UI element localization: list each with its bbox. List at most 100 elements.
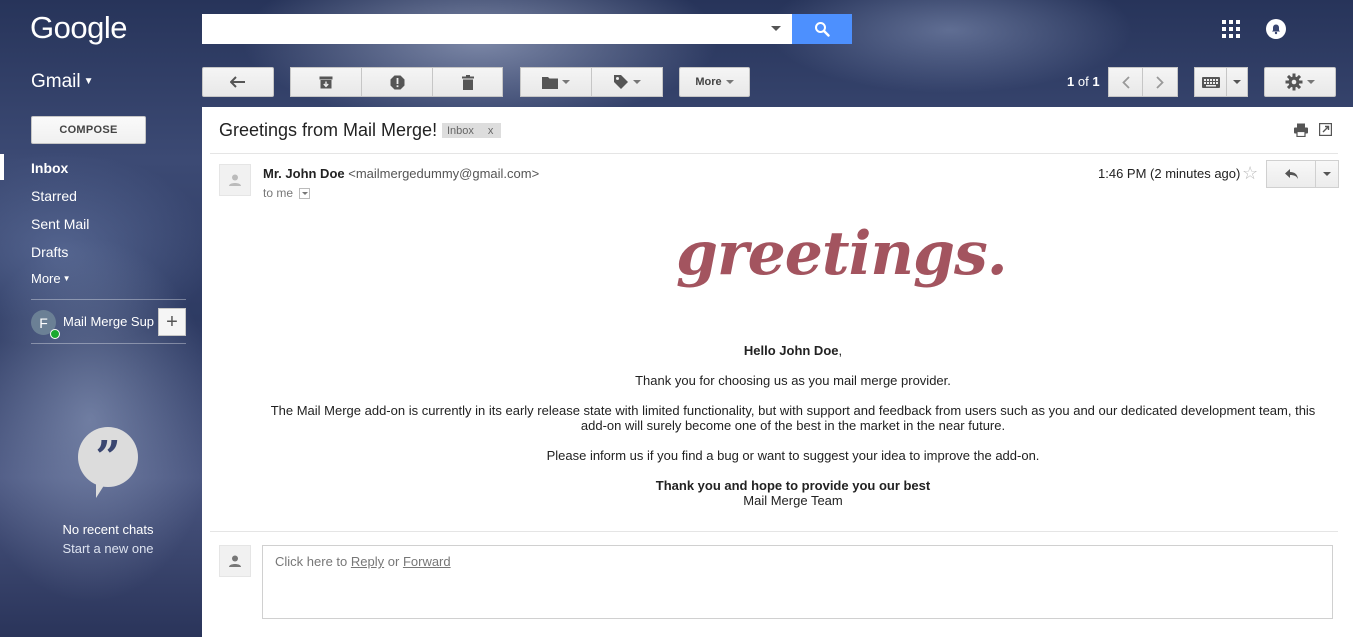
signature: Mail Merge Team — [743, 493, 843, 508]
email-closing: Thank you and hope to provide you our be… — [262, 478, 1324, 508]
chevron-down-icon — [725, 80, 734, 84]
more-actions-button[interactable]: More — [679, 67, 750, 97]
search-icon — [815, 22, 830, 37]
top-bar: Google — [0, 0, 1353, 58]
labels-button[interactable] — [592, 67, 663, 97]
show-details-button[interactable] — [299, 187, 311, 199]
person-icon — [229, 174, 241, 186]
move-to-button[interactable] — [520, 67, 592, 97]
google-logo[interactable]: Google — [30, 10, 127, 46]
sidebar-item-sent-mail[interactable]: Sent Mail — [31, 216, 89, 232]
plus-icon: + — [166, 310, 178, 333]
my-avatar — [219, 545, 251, 577]
pager-of: of — [1077, 74, 1089, 89]
settings-button[interactable] — [1264, 67, 1336, 97]
reply-prompt-or: or — [387, 554, 400, 569]
notifications-bell-icon[interactable] — [1266, 19, 1286, 39]
sender-email: <mailmergedummy@gmail.com> — [348, 166, 540, 181]
delete-icon — [461, 74, 474, 90]
compose-button[interactable]: COMPOSE — [31, 116, 146, 144]
sidebar-item-starred[interactable]: Starred — [31, 188, 77, 204]
report-spam-button[interactable] — [362, 67, 433, 97]
back-arrow-icon — [230, 76, 245, 88]
closing-line: Thank you and hope to provide you our be… — [655, 478, 931, 493]
apps-grid-icon[interactable] — [1222, 20, 1240, 38]
action-button-group — [290, 67, 503, 97]
chevron-down-icon — [1233, 80, 1241, 84]
email-paragraph-1: Thank you for choosing us as you mail me… — [635, 373, 951, 388]
archive-button[interactable] — [290, 67, 362, 97]
email-greeting: Hello John Doe, — [262, 343, 1324, 358]
chevron-right-icon — [1156, 75, 1164, 89]
forward-link[interactable]: Forward — [403, 554, 451, 569]
move-label-group — [520, 67, 663, 97]
sender-name[interactable]: Mr. John Doe — [263, 166, 345, 181]
input-tools-button[interactable] — [1194, 67, 1227, 97]
hangouts-quote-icon: ” — [78, 427, 138, 487]
chevron-left-icon — [1121, 75, 1130, 89]
new-window-icon[interactable] — [1319, 123, 1332, 136]
more-actions-label: More — [695, 76, 722, 88]
sidebar-more-label: More — [31, 271, 61, 286]
recipient-text: to me — [263, 186, 294, 200]
reply-button-group — [1266, 160, 1339, 188]
keyboard-icon — [1201, 76, 1220, 88]
search-button[interactable] — [792, 14, 852, 44]
email-paragraph-3: Please inform us if you find a bug or wa… — [546, 448, 1040, 463]
greeting-suffix: , — [838, 343, 843, 358]
chevron-down-icon — [633, 80, 641, 84]
email-view: Greetings from Mail Merge! Inbox x Mr. J… — [202, 107, 1353, 637]
sidebar-item-drafts[interactable]: Drafts — [31, 244, 68, 260]
sender-info[interactable]: Mr. John Doe <mailmergedummy@gmail.com> — [263, 166, 539, 181]
input-tools-group — [1194, 67, 1248, 97]
new-conversation-button[interactable]: + — [158, 308, 186, 336]
sidebar-item-more[interactable]: More ▼ — [31, 271, 71, 286]
email-paragraph-2: The Mail Merge add-on is currently in it… — [270, 403, 1316, 433]
start-new-chat-link[interactable]: Start a new one — [30, 539, 186, 558]
archive-icon — [319, 76, 333, 88]
chevron-down-icon: ▼ — [83, 76, 94, 87]
remove-label-button[interactable]: x — [488, 125, 494, 137]
divider — [31, 299, 186, 300]
email-timestamp: 1:46 PM (2 minutes ago) — [1098, 166, 1241, 181]
chevron-down-icon — [1323, 172, 1331, 176]
sidebar-item-inbox[interactable]: Inbox — [31, 160, 68, 176]
pager-count: 1 of 1 — [1067, 74, 1100, 89]
label-icon — [614, 75, 628, 89]
reply-arrow-icon — [1284, 169, 1298, 179]
older-button[interactable] — [1143, 67, 1178, 97]
report-spam-icon — [390, 75, 404, 89]
reply-prompt-prefix: Click here to — [275, 554, 348, 569]
no-chats-title: No recent chats — [62, 522, 154, 537]
pager-current: 1 — [1067, 74, 1075, 89]
star-icon[interactable]: ☆ — [1242, 163, 1258, 184]
recipient-line: to me — [263, 186, 311, 200]
inbox-label-chip[interactable]: Inbox x — [442, 123, 502, 138]
quick-reply-box[interactable]: Click here to Reply or Forward — [262, 545, 1333, 619]
delete-button[interactable] — [433, 67, 503, 97]
pager-total: 1 — [1092, 74, 1100, 89]
chevron-down-icon — [301, 191, 308, 195]
newer-button[interactable] — [1108, 67, 1143, 97]
folder-icon — [542, 76, 558, 89]
sender-avatar — [219, 164, 251, 196]
search-options-caret-icon[interactable] — [771, 26, 781, 31]
divider — [31, 343, 186, 344]
search-input[interactable] — [202, 14, 792, 44]
pager-nav-group — [1108, 67, 1178, 97]
gmail-app-switcher[interactable]: Gmail ▼ — [31, 71, 94, 93]
more-reply-options-button[interactable] — [1316, 160, 1339, 188]
online-status-icon — [50, 329, 60, 339]
person-icon — [229, 555, 241, 567]
inbox-label-text: Inbox — [447, 124, 474, 137]
settings-icon — [1285, 73, 1303, 91]
greeting-name: Hello John Doe — [743, 343, 839, 358]
hangouts-contact-name[interactable]: Mail Merge Sup — [63, 314, 155, 329]
print-icon[interactable] — [1294, 123, 1308, 137]
chevron-down-icon — [562, 80, 570, 84]
divider — [210, 153, 1338, 154]
reply-button[interactable] — [1266, 160, 1316, 188]
back-to-inbox-button[interactable] — [202, 67, 274, 97]
input-tools-dropdown[interactable] — [1227, 67, 1248, 97]
reply-link[interactable]: Reply — [351, 554, 384, 569]
